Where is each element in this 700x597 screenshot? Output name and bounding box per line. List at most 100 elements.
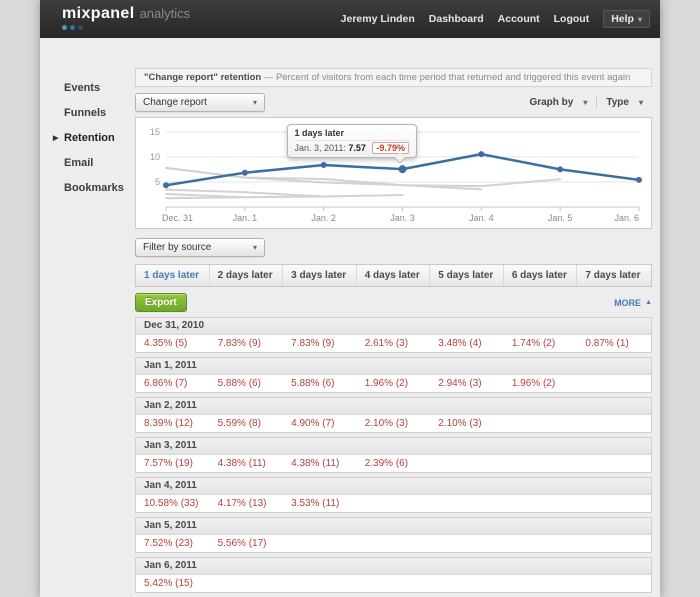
retention-cell[interactable]: 7.52% (23) (136, 535, 210, 552)
sidebar-item-retention[interactable]: ▶Retention (64, 132, 135, 144)
retention-cell[interactable]: 4.90% (7) (283, 415, 357, 432)
nav-logout[interactable]: Logout (554, 13, 590, 25)
data-point-marker[interactable] (242, 170, 248, 176)
retention-cell[interactable]: 7.57% (19) (136, 455, 210, 472)
y-tick-label: 5 (155, 177, 160, 187)
sidebar-item-funnels[interactable]: Funnels (64, 107, 135, 119)
column-header-1-days-later[interactable]: 1 days later (136, 265, 210, 286)
filter-select-value: Filter by source (143, 242, 211, 253)
retention-cell[interactable]: 5.59% (8) (210, 415, 284, 432)
retention-cell[interactable]: 1.96% (2) (357, 375, 431, 392)
retention-cell[interactable]: 5.42% (15) (136, 575, 210, 592)
retention-cell[interactable]: 4.38% (11) (283, 455, 357, 472)
row-date-header: Jan 4, 2011 (136, 478, 651, 495)
retention-cell[interactable]: 1.74% (2) (504, 335, 578, 352)
data-point-marker[interactable] (636, 177, 642, 183)
table-row: 10.58% (33)4.17% (13)3.53% (11) (136, 495, 651, 512)
retention-cell-empty (504, 495, 578, 512)
graph-by-select[interactable]: Graph by ▾ (520, 97, 596, 108)
type-select[interactable]: Type ▾ (596, 97, 652, 108)
retention-cell[interactable]: 2.10% (3) (357, 415, 431, 432)
retention-cell-empty (430, 575, 504, 592)
data-point-marker[interactable] (321, 162, 327, 168)
retention-cell[interactable]: 3.53% (11) (283, 495, 357, 512)
retention-cell[interactable]: 2.94% (3) (430, 375, 504, 392)
nav-account[interactable]: Account (498, 13, 540, 25)
retention-cell[interactable]: 1.96% (2) (504, 375, 578, 392)
tooltip-series-label: 1 days later (295, 128, 409, 141)
retention-cell[interactable]: 10.58% (33) (136, 495, 210, 512)
nav-jeremy-linden[interactable]: Jeremy Linden (341, 13, 415, 25)
retention-cell[interactable]: 7.83% (9) (210, 335, 284, 352)
logo-suffix: analytics (140, 6, 191, 21)
column-header-7-days-later[interactable]: 7 days later (577, 265, 651, 286)
nav-help[interactable]: Help ▾ (603, 10, 650, 28)
sidebar-item-email[interactable]: Email (64, 157, 135, 169)
retention-cell[interactable]: 2.10% (3) (430, 415, 504, 432)
more-toggle[interactable]: MORE ▲ (614, 298, 652, 308)
retention-cell[interactable]: 2.39% (6) (357, 455, 431, 472)
report-select-value: Change report (143, 97, 207, 108)
table-row-group-jan-4-2011: Jan 4, 201110.58% (33)4.17% (13)3.53% (1… (135, 477, 652, 513)
retention-cell[interactable]: 4.17% (13) (210, 495, 284, 512)
data-point-marker[interactable] (557, 166, 563, 172)
column-header-5-days-later[interactable]: 5 days later (430, 265, 504, 286)
sidebar-item-events[interactable]: Events (64, 82, 135, 94)
retention-cell[interactable]: 6.86% (7) (136, 375, 210, 392)
nav-label: Account (498, 13, 540, 25)
data-point-marker[interactable] (478, 151, 484, 157)
export-button[interactable]: Export (135, 293, 187, 312)
column-header-2-days-later[interactable]: 2 days later (210, 265, 284, 286)
retention-cell-empty (357, 575, 431, 592)
nav-label: Jeremy Linden (341, 13, 415, 25)
caret-down-icon: ▾ (638, 15, 642, 24)
retention-cell[interactable]: 7.83% (9) (283, 335, 357, 352)
caret-down-icon: ▾ (583, 98, 587, 107)
more-label: MORE (614, 298, 641, 308)
table-row: 7.57% (19)4.38% (11)4.38% (11)2.39% (6) (136, 455, 651, 472)
x-tick-label: Jan. 1 (233, 213, 258, 223)
retention-cell[interactable]: 5.88% (6) (210, 375, 284, 392)
filter-by-source-select[interactable]: Filter by source ▾ (135, 238, 265, 257)
data-point-marker[interactable] (399, 165, 407, 173)
type-label: Type (606, 97, 629, 108)
x-tick-label: Dec. 31 (162, 213, 193, 223)
mixpanel-logo[interactable]: mixpanel (62, 5, 135, 23)
report-select[interactable]: Change report ▾ (135, 93, 265, 112)
nav-dashboard[interactable]: Dashboard (429, 13, 484, 25)
data-point-marker[interactable] (163, 182, 169, 188)
content-area: Events Funnels ▶Retention Email Bookmarks "C… (40, 38, 660, 597)
graph-by-label: Graph by (529, 97, 573, 108)
retention-cell[interactable]: 4.38% (11) (210, 455, 284, 472)
column-header-3-days-later[interactable]: 3 days later (283, 265, 357, 286)
table-row-group-dec-31-2010: Dec 31, 20104.35% (5)7.83% (9)7.83% (9)2… (135, 317, 652, 353)
retention-cell[interactable]: 5.88% (6) (283, 375, 357, 392)
table-row-group-jan-1-2011: Jan 1, 20116.86% (7)5.88% (6)5.88% (6)1.… (135, 357, 652, 393)
sidebar-item-bookmarks[interactable]: Bookmarks (64, 182, 135, 194)
sidebar-item-label: Events (64, 82, 100, 94)
retention-cell-empty (283, 535, 357, 552)
table-row: 5.42% (15) (136, 575, 651, 592)
report-title: "Change report" retention (144, 72, 261, 83)
retention-cell[interactable]: 4.35% (5) (136, 335, 210, 352)
nav-label: Logout (554, 13, 590, 25)
column-header-4-days-later[interactable]: 4 days later (357, 265, 431, 286)
chart-controls-row: Change report ▾ Graph by ▾ Type ▾ (135, 93, 652, 112)
tooltip-delta-badge: -9.79% (372, 142, 409, 154)
retention-table-header: 1 days later2 days later3 days later4 da… (135, 264, 652, 287)
retention-cell[interactable]: 3.48% (4) (430, 335, 504, 352)
retention-cell-empty (577, 575, 651, 592)
nav-label: Help (611, 13, 634, 25)
active-arrow-icon: ▶ (53, 134, 58, 142)
retention-cell[interactable]: 2.61% (3) (357, 335, 431, 352)
x-tick-label: Jan. 5 (548, 213, 573, 223)
retention-cell[interactable]: 8.39% (12) (136, 415, 210, 432)
retention-cell-empty (504, 415, 578, 432)
logo-dot-icon (70, 25, 75, 30)
column-header-6-days-later[interactable]: 6 days later (504, 265, 578, 286)
sidebar-item-label: Funnels (64, 107, 106, 119)
retention-cell[interactable]: 5.56% (17) (210, 535, 284, 552)
logo-dot-icon (62, 25, 67, 30)
retention-cell-empty (577, 415, 651, 432)
retention-cell[interactable]: 0.87% (1) (577, 335, 651, 352)
